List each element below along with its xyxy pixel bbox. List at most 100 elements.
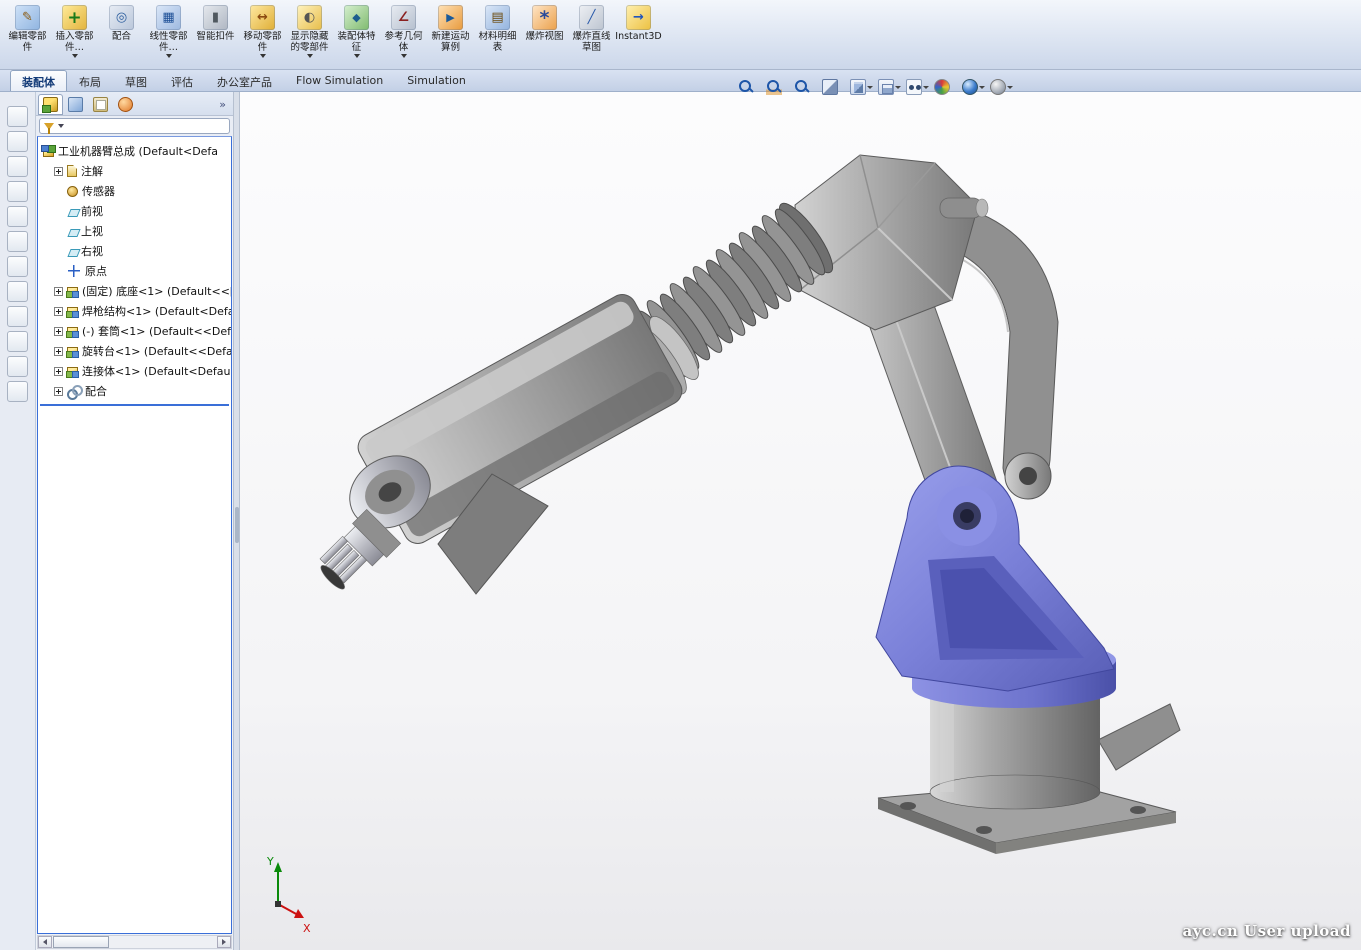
side-tool-button[interactable] [7, 281, 28, 302]
edit-component-button[interactable]: 编辑零部件 [4, 2, 51, 69]
expand-plus-icon[interactable] [54, 327, 63, 336]
dropdown-caret-icon[interactable] [895, 86, 901, 89]
explode-line-sketch-button[interactable]: 爆炸直线草图 [568, 2, 615, 69]
apply-scene[interactable] [961, 78, 986, 96]
tree-item[interactable]: 焊枪结构<1> (Default<Defa [38, 301, 231, 321]
side-tool-button[interactable] [7, 106, 28, 127]
tree-item-label: (固定) 底座<1> (Default<<[ [82, 283, 231, 299]
robot-arm-model[interactable]: Y X [240, 92, 1361, 950]
dropdown-caret-icon[interactable] [354, 54, 360, 58]
command-tab[interactable]: Flow Simulation [284, 70, 395, 91]
tree-item-label: 连接体<1> (Default<Defaul [82, 363, 231, 379]
zoom-fit[interactable] [737, 78, 762, 96]
expand-plus-icon[interactable] [54, 347, 63, 356]
new-motion-study-button[interactable]: 新建运动算例 [427, 2, 474, 69]
expand-plus-icon[interactable] [54, 287, 63, 296]
tree-item[interactable]: 工业机器臂总成 (Default<Defa [38, 141, 231, 161]
display-style[interactable] [877, 78, 902, 96]
bill-of-materials-button[interactable]: 材料明细表 [474, 2, 521, 69]
propertymanager-tab[interactable] [63, 94, 88, 115]
robot-shoulder-housing[interactable] [795, 155, 988, 330]
edit-appearance[interactable] [933, 78, 958, 96]
assembly-features-button[interactable]: 装配体特征 [333, 2, 380, 69]
tree-item[interactable]: (-) 套筒<1> (Default<<Def [38, 321, 231, 341]
hide-show-items[interactable] [905, 78, 930, 96]
panel-splitter[interactable] [233, 92, 240, 950]
side-tool-button[interactable] [7, 231, 28, 252]
tree-item[interactable]: (固定) 底座<1> (Default<<[ [38, 281, 231, 301]
panel-scrollbar[interactable] [37, 935, 232, 949]
dropdown-caret-icon[interactable] [166, 54, 172, 58]
command-tab[interactable]: 草图 [113, 70, 159, 91]
dropdown-caret-icon[interactable] [260, 54, 266, 58]
view-settings[interactable] [989, 78, 1014, 96]
dropdown-caret-icon[interactable] [923, 86, 929, 89]
filter-caret-icon[interactable] [58, 124, 64, 128]
tree-item[interactable]: 旋转台<1> (Default<<Defa [38, 341, 231, 361]
side-tool-button[interactable] [7, 156, 28, 177]
command-toolbar: 编辑零部件 插入零部件… 配合 线性零部件… 智能扣件 移动零部件 [0, 0, 1361, 70]
side-tool-button[interactable] [7, 256, 28, 277]
dropdown-caret-icon[interactable] [979, 86, 985, 89]
dropdown-caret-icon[interactable] [401, 54, 407, 58]
command-tab[interactable]: 办公室产品 [205, 70, 284, 91]
featuremanager-tab[interactable] [38, 94, 63, 115]
side-tool-button[interactable] [7, 206, 28, 227]
tree-item-label: 工业机器臂总成 (Default<Defa [58, 143, 218, 159]
dropdown-caret-icon[interactable] [307, 54, 313, 58]
command-tab[interactable]: 评估 [159, 70, 205, 91]
mate-button[interactable]: 配合 [98, 2, 145, 69]
command-tab[interactable]: 装配体 [10, 70, 67, 91]
rollback-bar[interactable] [40, 404, 229, 406]
splitter-handle[interactable] [235, 507, 239, 543]
tree-item[interactable]: 上视 [38, 221, 231, 241]
tree-item[interactable]: 右视 [38, 241, 231, 261]
move-component-button[interactable]: 移动零部件 [239, 2, 286, 69]
instant3d-button[interactable]: Instant3D [615, 2, 662, 69]
displaymanager-tab[interactable] [113, 94, 138, 115]
side-tool-button[interactable] [7, 331, 28, 352]
tree-item[interactable]: 传感器 [38, 181, 231, 201]
expand-plus-icon[interactable] [54, 387, 63, 396]
side-tool-button[interactable] [7, 306, 28, 327]
dropdown-caret-icon[interactable] [72, 54, 78, 58]
reference-geometry-button[interactable]: 参考几何体 [380, 2, 427, 69]
view-orientation[interactable] [849, 78, 874, 96]
exploded-view-button[interactable]: 爆炸视图 [521, 2, 568, 69]
tree-item[interactable]: 注解 [38, 161, 231, 181]
show-hidden-components-button[interactable]: 显示隐藏的零部件 [286, 2, 333, 69]
side-tool-button[interactable] [7, 356, 28, 377]
configurationmanager-tab[interactable] [88, 94, 113, 115]
dropdown-caret-icon[interactable] [1007, 86, 1013, 89]
tree-item[interactable]: 前视 [38, 201, 231, 221]
command-tab[interactable]: Simulation [395, 70, 478, 91]
linear-component-pattern-button[interactable]: 线性零部件… [145, 2, 192, 69]
tree-item[interactable]: 原点 [38, 261, 231, 281]
expand-plus-icon[interactable] [54, 367, 63, 376]
robot-base[interactable] [878, 692, 1180, 854]
scroll-thumb[interactable] [53, 936, 109, 948]
robot-blue-bracket[interactable] [876, 466, 1114, 691]
zoom-area[interactable] [765, 78, 790, 96]
scroll-right-button[interactable] [217, 936, 231, 948]
section-view[interactable] [821, 78, 846, 96]
graphics-area[interactable]: Y X ayc.cn User upload [240, 92, 1361, 950]
toolbar-label: 材料明细表 [474, 31, 521, 53]
insert-components-button[interactable]: 插入零部件… [51, 2, 98, 69]
dropdown-caret-icon[interactable] [867, 86, 873, 89]
tree-item[interactable]: 连接体<1> (Default<Defaul [38, 361, 231, 381]
side-tool-button[interactable] [7, 181, 28, 202]
side-tool-button[interactable] [7, 131, 28, 152]
command-tab[interactable]: 布局 [67, 70, 113, 91]
panel-overflow-chevron[interactable]: » [214, 98, 231, 111]
expand-plus-icon[interactable] [54, 307, 63, 316]
expand-plus-icon[interactable] [54, 167, 63, 176]
side-tool-button[interactable] [7, 381, 28, 402]
filter-input[interactable] [39, 118, 230, 134]
robot-linkage-joint[interactable] [1005, 453, 1051, 499]
smart-fasteners-button[interactable]: 智能扣件 [192, 2, 239, 69]
tree-item[interactable]: 配合 [38, 381, 231, 401]
scroll-left-button[interactable] [38, 936, 52, 948]
feature-tree: 工业机器臂总成 (Default<Defa 注解 传感器 前视 上视 [37, 136, 232, 934]
zoom-in-out[interactable] [793, 78, 818, 96]
